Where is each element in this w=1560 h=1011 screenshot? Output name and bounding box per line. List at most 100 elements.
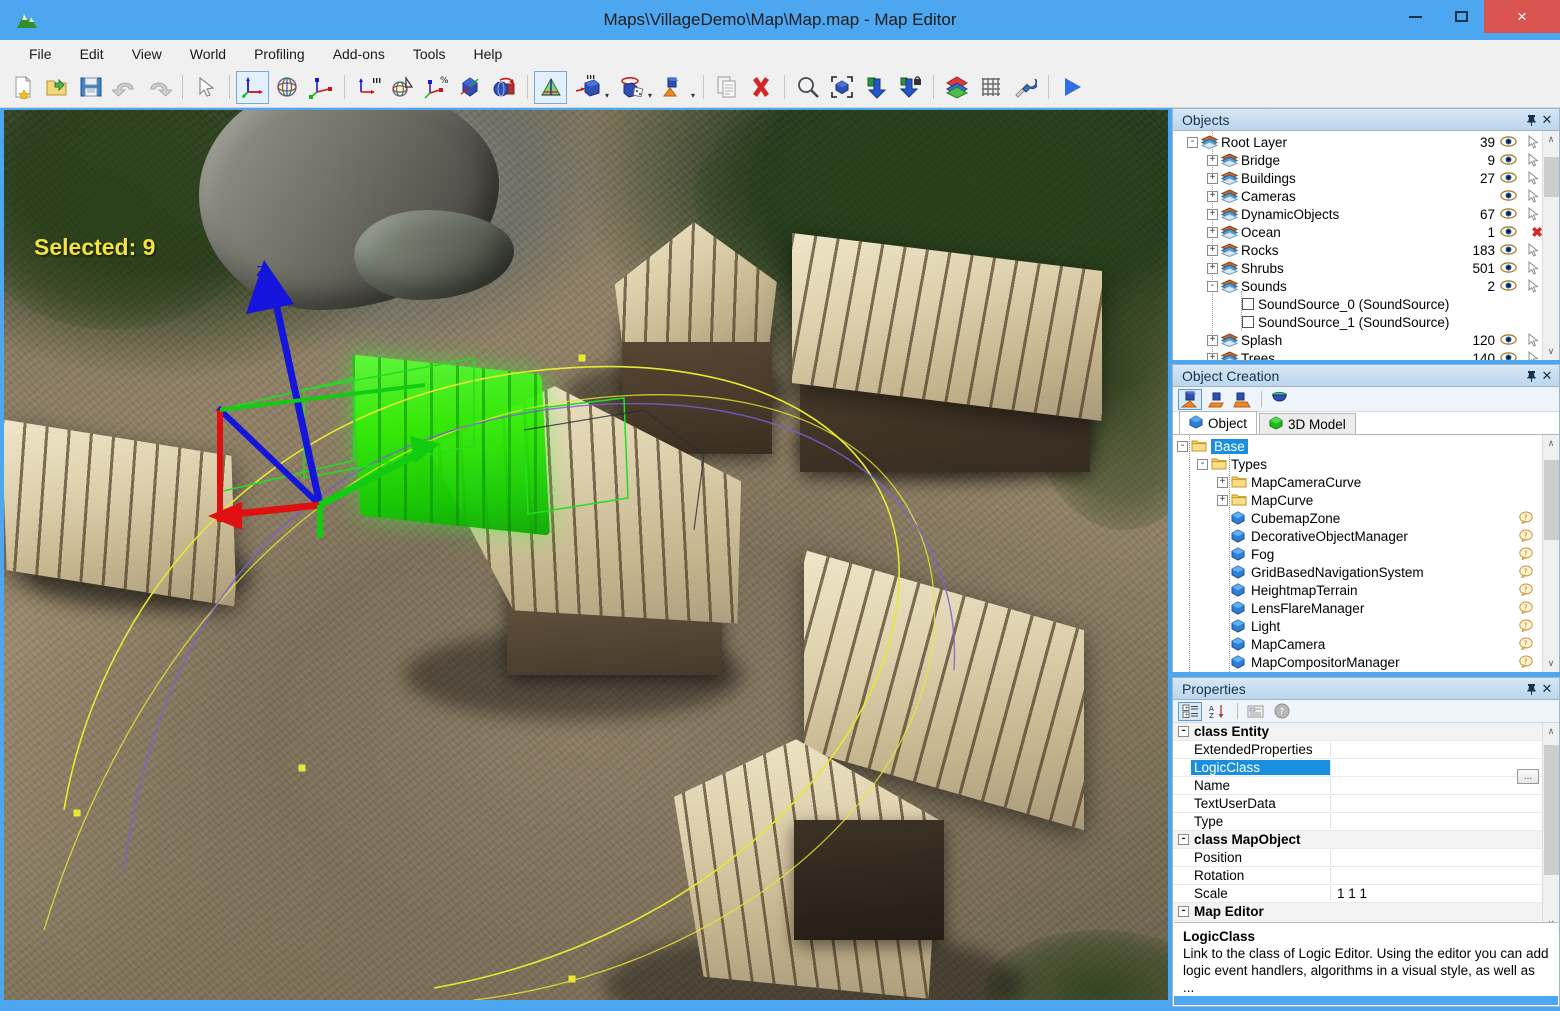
- pick-cursor-icon[interactable]: [1527, 188, 1541, 203]
- objects-tree-row[interactable]: + Cameras: [1173, 187, 1559, 205]
- property-category-row[interactable]: - Map Editor: [1173, 903, 1559, 921]
- properties-scrollbar[interactable]: ∧ ∨: [1542, 723, 1559, 932]
- select-cursor-icon[interactable]: [189, 71, 222, 104]
- objects-tree-row[interactable]: - Root Layer 39: [1173, 133, 1559, 151]
- save-floppy-icon[interactable]: [74, 71, 107, 104]
- tree-expander-collapse-icon[interactable]: -: [1197, 458, 1208, 470]
- category-collapse-icon[interactable]: -: [1178, 726, 1189, 737]
- align-lock-icon[interactable]: [893, 71, 926, 104]
- tree-expander-expand-icon[interactable]: +: [1217, 476, 1228, 488]
- eye-visibility-icon[interactable]: [1500, 333, 1517, 346]
- chevron-down-icon[interactable]: ▾: [648, 91, 652, 100]
- visibility-checkbox[interactable]: [1242, 298, 1254, 310]
- scroll-thumb[interactable]: [1544, 157, 1559, 197]
- help-bubble-icon[interactable]: ?: [1519, 583, 1533, 599]
- eye-visibility-icon[interactable]: [1500, 351, 1517, 360]
- pin-icon[interactable]: [1523, 112, 1539, 128]
- menu-file[interactable]: File: [18, 43, 63, 65]
- chevron-down-icon[interactable]: ▾: [691, 91, 695, 100]
- property-category-row[interactable]: - class MapObject: [1173, 831, 1559, 849]
- chevron-down-icon[interactable]: ▾: [605, 91, 609, 100]
- pick-cursor-icon[interactable]: [1527, 260, 1541, 275]
- eye-visibility-icon[interactable]: [1500, 243, 1517, 256]
- menu-world[interactable]: World: [179, 43, 237, 65]
- tree-expander-expand-icon[interactable]: +: [1207, 190, 1218, 202]
- property-row[interactable]: Rotation: [1173, 867, 1559, 885]
- pick-cursor-icon[interactable]: [1527, 242, 1541, 257]
- object-creation-tree-row[interactable]: CubemapZone?: [1173, 509, 1559, 527]
- tree-expander-collapse-icon[interactable]: -: [1207, 280, 1218, 292]
- new-file-icon[interactable]: [6, 71, 39, 104]
- transform-gizmo[interactable]: z: [200, 260, 460, 538]
- object-creation-tree-row[interactable]: DecorativeObjectManager?: [1173, 527, 1559, 545]
- close-icon[interactable]: ✕: [1539, 681, 1555, 697]
- scale-gizmo-icon[interactable]: [304, 71, 337, 104]
- objects-tree-row[interactable]: SoundSource_0 (SoundSource): [1173, 295, 1559, 313]
- help-bubble-icon[interactable]: ?: [1519, 529, 1533, 545]
- scroll-up-button[interactable]: ∧: [1543, 723, 1559, 740]
- scroll-thumb[interactable]: [1544, 460, 1559, 540]
- minimize-button[interactable]: [1392, 0, 1438, 33]
- copy-pages-icon[interactable]: [710, 71, 743, 104]
- property-row[interactable]: Type: [1173, 813, 1559, 831]
- help-bubble-icon[interactable]: ?: [1519, 655, 1533, 671]
- objects-scrollbar[interactable]: ∧ ∨: [1542, 131, 1559, 360]
- eye-visibility-icon[interactable]: [1500, 207, 1517, 220]
- create-free-icon[interactable]: [1204, 389, 1228, 410]
- pick-cursor-icon[interactable]: [1527, 134, 1541, 149]
- objects-tree-row[interactable]: SoundSource_1 (SoundSource): [1173, 313, 1559, 331]
- help-question-icon[interactable]: ?: [1270, 702, 1294, 721]
- tree-expander-expand-icon[interactable]: +: [1207, 352, 1218, 360]
- menu-help[interactable]: Help: [463, 43, 514, 65]
- redo-arrow-icon[interactable]: [142, 71, 175, 104]
- property-category-row[interactable]: - class Entity: [1173, 723, 1559, 741]
- close-button[interactable]: ×: [1484, 0, 1560, 33]
- property-row[interactable]: LogicClass...: [1173, 759, 1559, 784]
- pick-cursor-icon[interactable]: [1527, 350, 1541, 360]
- objects-tree-row[interactable]: + Bridge 9: [1173, 151, 1559, 169]
- object-paint-icon[interactable]: ▾: [568, 71, 610, 104]
- tree-expander-expand-icon[interactable]: +: [1207, 172, 1218, 184]
- eye-visibility-icon[interactable]: [1500, 279, 1517, 292]
- close-icon[interactable]: ✕: [1539, 368, 1555, 384]
- create-snap-icon[interactable]: [1230, 389, 1254, 410]
- object-drop-icon[interactable]: ▾: [654, 71, 696, 104]
- local-world-space-icon[interactable]: [487, 71, 520, 104]
- undo-arrow-icon[interactable]: [108, 71, 141, 104]
- objects-tree[interactable]: - Root Layer 39 + Bridge 9 + Buildings 27 + Camera…: [1173, 131, 1559, 360]
- scroll-thumb[interactable]: [1544, 745, 1559, 875]
- object-random-icon[interactable]: ▾: [611, 71, 653, 104]
- property-row[interactable]: ExtendedProperties: [1173, 741, 1559, 759]
- eye-visibility-icon[interactable]: [1500, 189, 1517, 202]
- object-creation-tree-row[interactable]: LensFlareManager?: [1173, 599, 1559, 617]
- objects-tree-row[interactable]: + Ocean 1 ✖: [1173, 223, 1559, 241]
- menu-tools[interactable]: Tools: [402, 43, 457, 65]
- menu-view[interactable]: View: [121, 43, 173, 65]
- pick-cursor-icon[interactable]: [1527, 332, 1541, 347]
- objects-tree-row[interactable]: + Rocks 183: [1173, 241, 1559, 259]
- focus-object-icon[interactable]: [825, 71, 858, 104]
- object-creation-tree-row[interactable]: + MapCameraCurve: [1173, 473, 1559, 491]
- tree-expander-collapse-icon[interactable]: -: [1177, 440, 1188, 452]
- property-pages-icon[interactable]: [1243, 702, 1267, 721]
- tab-3d-model[interactable]: 3D Model: [1259, 413, 1356, 434]
- object-preview-icon[interactable]: [1267, 389, 1291, 410]
- pin-icon[interactable]: [1523, 681, 1539, 697]
- objects-tree-row[interactable]: + Splash 120: [1173, 331, 1559, 349]
- help-bubble-icon[interactable]: ?: [1519, 601, 1533, 617]
- tree-expander-expand-icon[interactable]: +: [1207, 154, 1218, 166]
- zoom-magnifier-icon[interactable]: [791, 71, 824, 104]
- tree-expander-expand-icon[interactable]: +: [1207, 226, 1218, 238]
- object-creation-tree-row[interactable]: - Base: [1173, 437, 1559, 455]
- object-creation-tree-row[interactable]: MapCamera?: [1173, 635, 1559, 653]
- move-gizmo-icon[interactable]: [236, 70, 269, 104]
- eye-visibility-icon[interactable]: [1500, 153, 1517, 166]
- eye-visibility-icon[interactable]: [1500, 225, 1517, 238]
- object-creation-tree-row[interactable]: + MapCurve: [1173, 491, 1559, 509]
- help-bubble-icon[interactable]: ?: [1519, 565, 1533, 581]
- object-creation-tree[interactable]: - Base - Types + MapCameraCurve + MapCurve Cubem…: [1173, 435, 1559, 672]
- snap-move-icon[interactable]: [351, 71, 384, 104]
- category-collapse-icon[interactable]: -: [1178, 906, 1189, 917]
- open-folder-icon[interactable]: [40, 71, 73, 104]
- grid-icon[interactable]: [974, 71, 1007, 104]
